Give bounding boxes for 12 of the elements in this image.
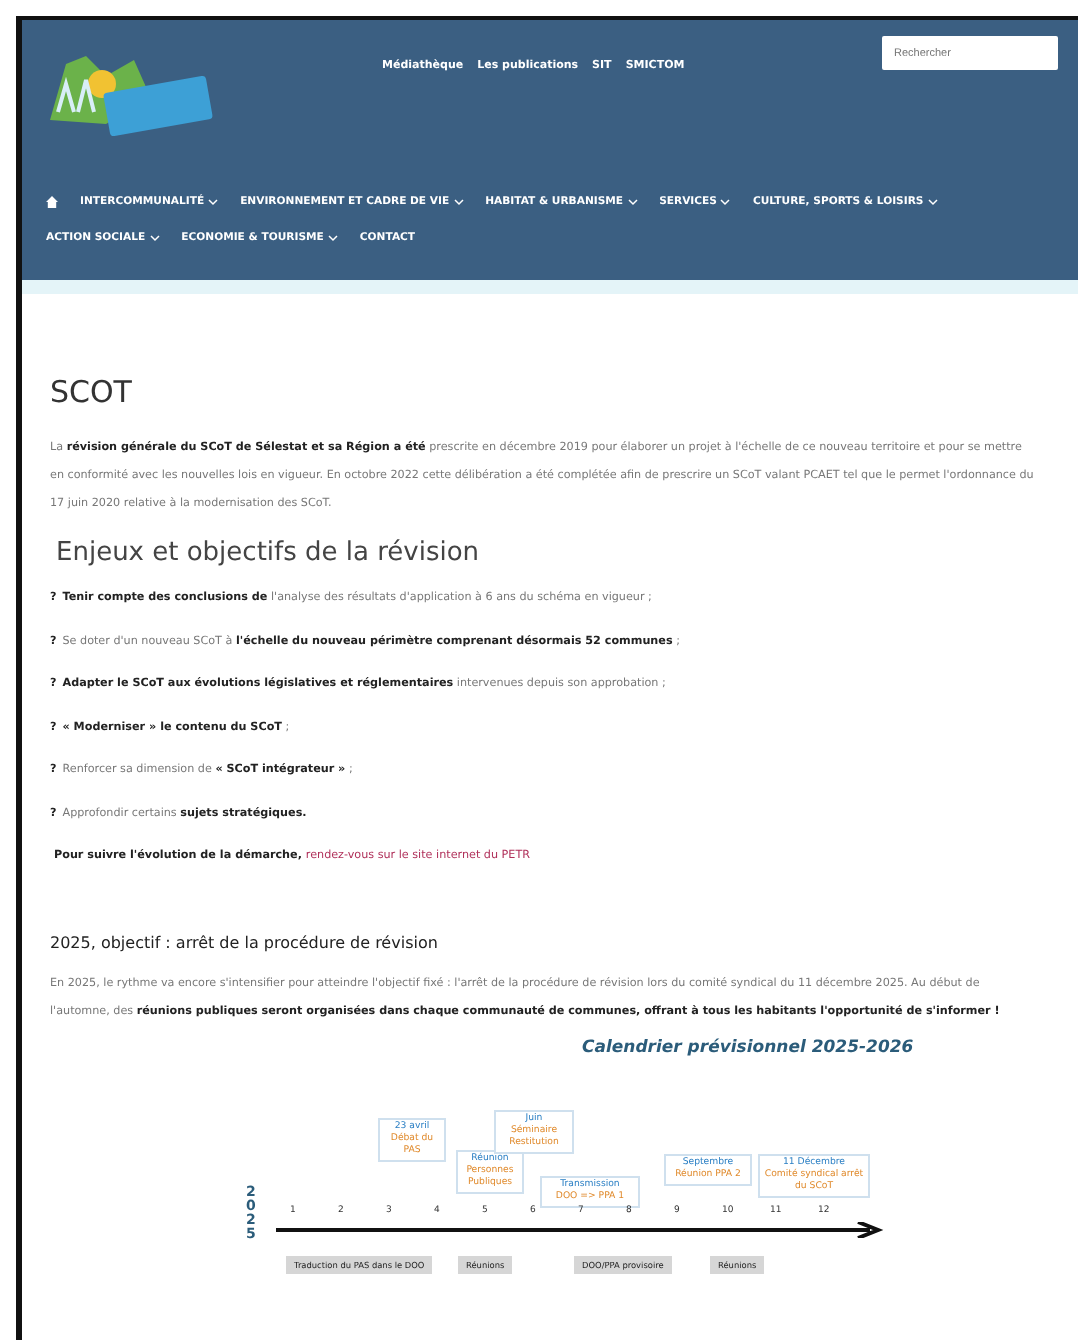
chevron-down-icon	[453, 198, 464, 206]
home-icon[interactable]	[46, 196, 58, 208]
subsection-title: 2025, objectif : arrêt de la procédure de révision	[50, 934, 440, 952]
chevron-down-icon	[327, 234, 338, 242]
section-title: Enjeux et objectifs de la révision	[56, 538, 482, 568]
page-title: SCOT	[50, 374, 134, 410]
chevron-down-icon	[208, 198, 219, 206]
chevron-down-icon	[720, 198, 731, 206]
chevron-down-icon	[149, 234, 160, 242]
chevron-down-icon	[927, 198, 938, 206]
chevron-down-icon	[627, 198, 638, 206]
timeline-title: Calendrier prévisionnel 2025-2026	[582, 1038, 914, 1058]
